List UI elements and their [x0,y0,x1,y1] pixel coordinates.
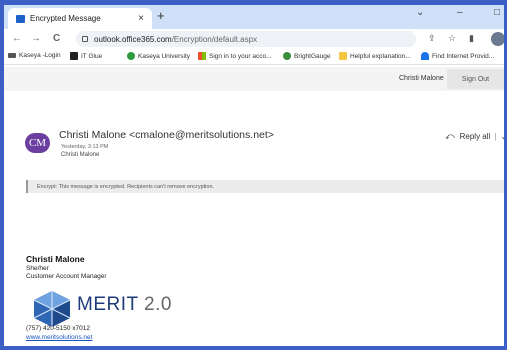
reply-separator: | [494,132,497,141]
tab-title: Encrypted Message [30,14,101,23]
bookmark-it-glue[interactable]: IT Glue [70,52,102,60]
bookmark-kaseya-university[interactable]: Kaseya University [127,52,190,60]
folder-icon [339,52,347,60]
microsoft-icon [198,52,206,60]
kaseya-icon [8,53,16,58]
sign-out-button[interactable]: Sign Out [447,69,504,89]
signature-website-link[interactable]: www.meritsolutions.net [26,334,92,341]
bookmarks-bar: Kaseya -Login IT Glue Kaseya University … [4,49,504,65]
tab-strip: Encrypted Message × + ⌄ – □ [4,5,504,29]
tab-encrypted-message[interactable]: Encrypted Message × [8,8,152,29]
lock-icon[interactable] [82,36,88,42]
kaseya-university-icon [127,52,135,60]
message-date: Yesterday, 3:13 PM [61,144,109,150]
outlook-favicon-icon [16,14,25,23]
signature-phone: (757) 420-5150 x7012 [26,325,90,332]
reply-all-label: Reply all [459,132,491,141]
recipient: Christi Malone [61,152,100,158]
address-toolbar: ← → C outlook.office365.com /Encryption/… [4,29,504,49]
wifi-icon [421,52,429,60]
merit-cube-logo-icon [33,291,71,327]
minimize-icon[interactable]: – [457,7,463,18]
bookmark-sign-in[interactable]: Sign in to your acco... [198,52,272,60]
side-panel-icon[interactable]: ▮ [469,33,474,44]
back-icon[interactable]: ← [12,33,22,44]
chevron-down-icon[interactable]: ⌄ [500,132,504,141]
signed-in-user: Christi Malone [399,75,444,82]
bookmark-helpful-explanation[interactable]: Helpful explanation... [339,52,411,60]
url-host: outlook.office365.com [94,34,172,44]
signature-name: Christi Malone [26,254,85,264]
reply-all-button[interactable]: ⤺ Reply all | ⌄ [445,131,504,142]
bookmark-kaseya-login[interactable]: Kaseya -Login [8,52,61,59]
owa-header: Christi Malone Sign Out [4,67,504,91]
tab-search-chevron-icon[interactable]: ⌄ [416,7,424,18]
maximize-icon[interactable]: □ [494,7,500,18]
new-tab-icon[interactable]: + [157,8,165,23]
sender-avatar: CM [25,133,50,153]
encryption-notice: Encrypt: This message is encrypted. Reci… [26,180,504,193]
address-bar[interactable]: outlook.office365.com /Encryption/defaul… [76,31,416,47]
share-icon[interactable]: ⇪ [428,33,436,44]
reload-icon[interactable]: C [53,33,60,44]
reply-all-icon: ⤺ [445,131,455,141]
forward-icon[interactable]: → [31,33,41,44]
bookmark-star-icon[interactable]: ☆ [448,33,456,44]
bookmark-brightgauge[interactable]: BrightGauge [283,52,331,60]
signature-role: Customer Account Manager [26,273,107,280]
merit-logo-text: MERIT 2.0 [77,294,172,315]
brightgauge-icon [283,52,291,60]
bookmark-find-internet-provider[interactable]: Find Internet Provid... [421,52,494,60]
itglue-icon [70,52,78,60]
browser-window: Encrypted Message × + ⌄ – □ ← → C outloo… [4,5,504,346]
profile-avatar-icon[interactable] [491,32,504,46]
url-path: /Encryption/default.aspx [171,34,258,44]
tab-close-icon[interactable]: × [138,13,144,24]
sender-line: Christi Malone <cmalone@meritsolutions.n… [59,129,274,141]
signature-pronouns: She/her [26,265,49,272]
